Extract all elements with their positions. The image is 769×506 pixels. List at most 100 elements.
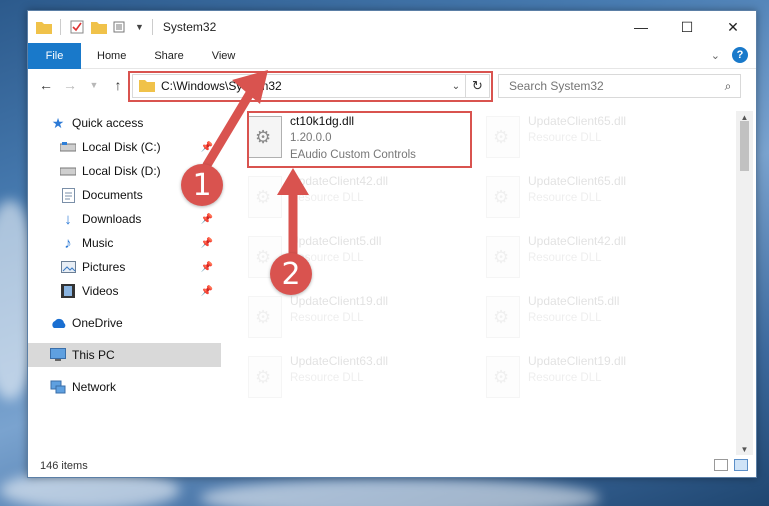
sidebar-item-quick-access[interactable]: ★ Quick access — [28, 111, 221, 135]
videos-icon — [60, 283, 76, 299]
sidebar-item-label: Downloads — [82, 212, 142, 226]
navigation-pane: ★ Quick access Local Disk (C:) 📌 Local D… — [28, 111, 221, 451]
file-type: Resource DLL — [528, 312, 602, 324]
computer-icon — [50, 347, 66, 363]
sidebar-item-this-pc[interactable]: This PC — [28, 343, 221, 367]
tab-share[interactable]: Share — [140, 50, 197, 62]
file-name: UpdateClient63.dll — [290, 354, 389, 368]
drive-icon — [60, 163, 76, 179]
file-type: Resource DLL — [290, 312, 364, 324]
sidebar-item-local-disk-c[interactable]: Local Disk (C:) 📌 — [28, 135, 221, 159]
pin-icon[interactable]: 📌 — [201, 262, 213, 273]
drive-icon — [60, 139, 76, 155]
sidebar-item-label: Music — [82, 236, 114, 250]
file-type: Resource DLL — [290, 192, 364, 204]
file-item[interactable]: UpdateClient19.dll Resource DLL — [476, 351, 706, 407]
file-type: Resource DLL — [528, 372, 602, 384]
pin-icon[interactable]: 📌 — [201, 142, 213, 153]
sidebar-item-onedrive[interactable]: OneDrive — [28, 311, 221, 335]
close-button[interactable]: ✕ — [710, 11, 756, 43]
file-item[interactable]: UpdateClient5.dll Resource DLL — [476, 291, 706, 347]
tab-file[interactable]: File — [28, 42, 81, 69]
pin-icon[interactable]: 📌 — [201, 238, 213, 249]
minimize-button[interactable]: — — [618, 11, 664, 43]
file-item[interactable]: UpdateClient65.dll Resource DLL — [476, 171, 706, 227]
address-bar-highlight — [128, 71, 493, 102]
sidebar-item-network[interactable]: Network — [28, 375, 221, 399]
file-item[interactable]: UpdateClient42.dll Resource DLL — [476, 231, 706, 287]
dll-file-icon — [486, 356, 520, 398]
search-box[interactable]: ⌕ — [498, 74, 741, 98]
pictures-icon — [60, 259, 76, 275]
separator — [151, 19, 153, 35]
forward-icon[interactable]: → — [58, 77, 82, 93]
file-name: UpdateClient65.dll — [528, 114, 627, 128]
file-name: UpdateClient65.dll — [528, 174, 627, 188]
pin-icon[interactable]: 📌 — [201, 214, 213, 225]
scrollbar-thumb[interactable] — [740, 121, 749, 171]
step-badge-1: 1 — [181, 164, 223, 206]
ribbon-right: ⌄ ? — [711, 47, 748, 63]
sidebar-item-label: Network — [72, 380, 117, 394]
sidebar-item-label: Quick access — [72, 116, 144, 130]
chevron-down-icon[interactable]: ▼ — [135, 22, 144, 32]
dll-file-icon — [248, 176, 282, 218]
up-icon[interactable]: ↑ — [106, 77, 130, 93]
new-folder-icon[interactable] — [91, 19, 107, 35]
item-count: 146 items — [40, 460, 88, 472]
file-name: UpdateClient5.dll — [290, 234, 382, 248]
file-item[interactable]: UpdateClient63.dll Resource DLL — [238, 351, 468, 407]
maximize-button[interactable]: ☐ — [664, 11, 710, 43]
tab-home[interactable]: Home — [81, 50, 140, 62]
file-type: Resource DLL — [528, 192, 602, 204]
vertical-scrollbar[interactable]: ▲ ▼ — [736, 111, 753, 455]
tab-view[interactable]: View — [198, 50, 250, 62]
background-cloud — [200, 478, 600, 506]
scroll-down-icon[interactable]: ▼ — [736, 443, 753, 455]
sidebar-item-label: This PC — [72, 348, 115, 362]
file-type: Resource DLL — [290, 372, 364, 384]
pin-icon[interactable]: 📌 — [201, 286, 213, 297]
dll-file-icon — [248, 296, 282, 338]
download-icon: ↓ — [64, 210, 72, 228]
file-explorer-window: ▼ System32 — ☐ ✕ File Home Share View ⌄ … — [27, 10, 757, 478]
view-toggles — [714, 459, 748, 471]
sidebar-item-label: Local Disk (D:) — [82, 164, 161, 178]
file-name: UpdateClient19.dll — [528, 354, 627, 368]
quick-access-toolbar: ▼ — [28, 19, 155, 35]
properties-icon[interactable] — [69, 19, 85, 35]
search-input[interactable] — [509, 79, 716, 93]
dll-file-icon — [486, 296, 520, 338]
sidebar-item-videos[interactable]: Videos 📌 — [28, 279, 221, 303]
file-name: UpdateClient42.dll — [290, 174, 389, 188]
dll-file-icon — [486, 176, 520, 218]
large-icons-view-icon[interactable] — [734, 459, 748, 471]
sidebar-item-label: OneDrive — [72, 316, 123, 330]
file-item[interactable]: UpdateClient42.dll Resource DLL — [238, 171, 468, 227]
details-view-icon[interactable] — [714, 459, 728, 471]
back-icon[interactable]: ← — [34, 77, 58, 93]
file-item[interactable]: UpdateClient65.dll Resource DLL — [476, 111, 706, 167]
dll-file-icon — [486, 236, 520, 278]
music-icon: ♪ — [64, 234, 72, 252]
cloud-icon — [50, 315, 66, 331]
sidebar-item-label: Local Disk (C:) — [82, 140, 161, 154]
rename-icon[interactable] — [113, 19, 129, 35]
file-highlight — [247, 111, 472, 168]
window-controls: — ☐ ✕ — [618, 11, 756, 43]
expand-ribbon-icon[interactable]: ⌄ — [711, 49, 720, 62]
step-badge-2: 2 — [270, 253, 312, 295]
title-bar: ▼ System32 — ☐ ✕ — [28, 11, 756, 43]
ribbon-tabs: File Home Share View ⌄ ? — [28, 42, 756, 69]
recent-locations-icon[interactable]: ▼ — [82, 80, 106, 90]
separator — [60, 19, 61, 35]
search-icon[interactable]: ⌕ — [716, 79, 740, 94]
sidebar-item-music[interactable]: ♪ Music 📌 — [28, 231, 221, 255]
dll-file-icon — [248, 356, 282, 398]
file-item[interactable]: UpdateClient19.dll Resource DLL — [238, 291, 468, 347]
status-bar: 146 items — [28, 455, 756, 477]
sidebar-item-pictures[interactable]: Pictures 📌 — [28, 255, 221, 279]
folder-icon[interactable] — [36, 19, 52, 35]
sidebar-item-downloads[interactable]: ↓ Downloads 📌 — [28, 207, 221, 231]
help-icon[interactable]: ? — [732, 47, 748, 63]
